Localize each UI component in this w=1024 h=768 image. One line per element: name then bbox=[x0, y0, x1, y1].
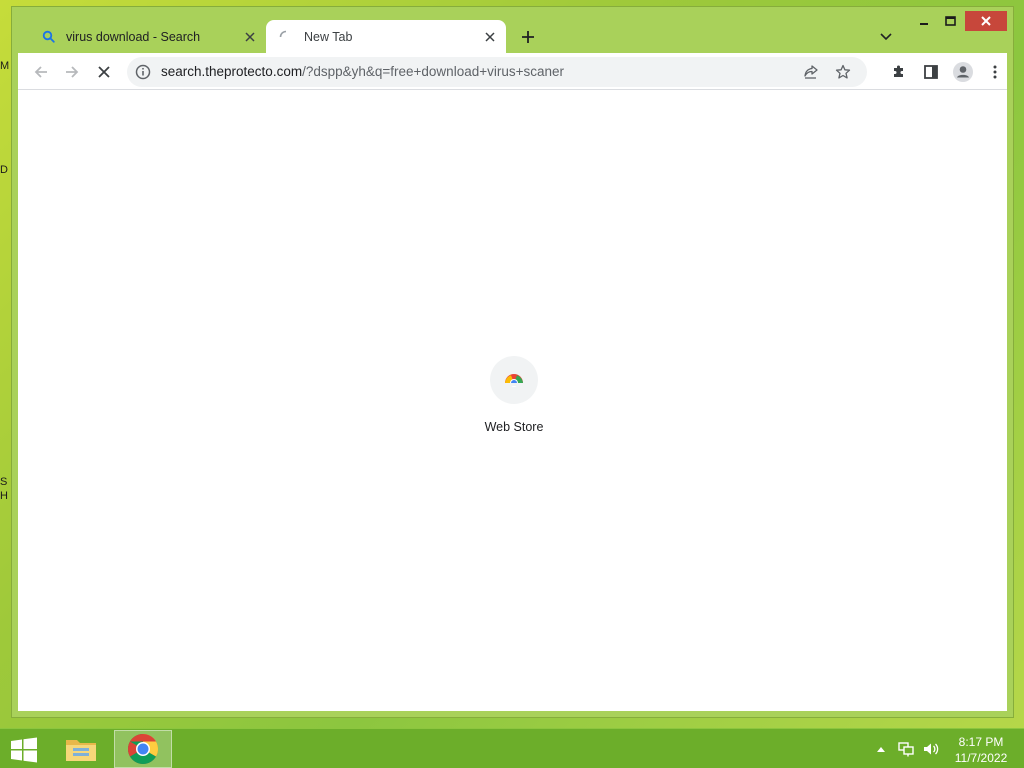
loading-spinner-icon bbox=[278, 29, 294, 45]
taskbar: 8:17 PM 11/7/2022 bbox=[0, 728, 1024, 768]
tab-close-icon[interactable] bbox=[240, 27, 260, 47]
volume-icon[interactable] bbox=[920, 739, 942, 759]
browser-toolbar: search.theprotecto.com/?dspp&yh&q=free+d… bbox=[18, 53, 1007, 90]
menu-button[interactable] bbox=[982, 59, 1008, 85]
folder-icon bbox=[66, 740, 96, 761]
title-bar: virus download - Search New Tab bbox=[12, 7, 1013, 53]
shortcut-tile bbox=[490, 356, 538, 404]
address-bar[interactable]: search.theprotecto.com/?dspp&yh&q=free+d… bbox=[127, 57, 867, 87]
windows-logo-icon bbox=[11, 737, 37, 763]
network-icon[interactable] bbox=[896, 739, 916, 759]
bookmark-star-icon[interactable] bbox=[833, 62, 853, 82]
tab-close-icon[interactable] bbox=[480, 27, 500, 47]
taskbar-chrome[interactable] bbox=[114, 730, 172, 768]
tab-new-tab[interactable]: New Tab bbox=[266, 20, 506, 53]
url-host: search.theprotecto.com bbox=[161, 64, 303, 79]
close-icon bbox=[981, 16, 991, 26]
maximize-icon bbox=[944, 16, 956, 26]
kebab-menu-icon bbox=[993, 65, 997, 79]
profile-icon bbox=[953, 62, 973, 82]
clock-date: 11/7/2022 bbox=[954, 751, 1008, 765]
extensions-button[interactable] bbox=[886, 59, 912, 85]
minimize-icon bbox=[920, 23, 928, 25]
browser-window: virus download - Search New Tab search.t… bbox=[11, 6, 1014, 718]
chrome-icon bbox=[127, 733, 159, 765]
info-icon[interactable] bbox=[133, 62, 153, 82]
puzzle-icon bbox=[894, 65, 903, 77]
desktop-icon-label-2: D bbox=[0, 164, 8, 176]
chevron-down-icon bbox=[880, 33, 892, 41]
search-icon bbox=[40, 29, 56, 45]
plus-icon bbox=[522, 31, 534, 43]
stop-icon bbox=[98, 66, 110, 78]
start-button[interactable] bbox=[10, 737, 38, 763]
system-clock[interactable]: 8:17 PM 11/7/2022 bbox=[948, 734, 1014, 766]
forward-button[interactable] bbox=[59, 59, 85, 85]
side-panel-button[interactable] bbox=[918, 59, 944, 85]
url-text[interactable]: search.theprotecto.com/?dspp&yh&q=free+d… bbox=[161, 64, 564, 79]
taskbar-file-explorer[interactable] bbox=[52, 730, 110, 768]
profile-button[interactable] bbox=[950, 59, 976, 85]
arrow-right-icon bbox=[66, 66, 79, 78]
tab-search-button[interactable] bbox=[876, 27, 896, 47]
maximize-button[interactable] bbox=[940, 11, 960, 31]
shortcut-web-store[interactable]: Web Store bbox=[464, 356, 564, 434]
clock-time: 8:17 PM bbox=[958, 735, 1004, 749]
stop-loading-button[interactable] bbox=[91, 59, 117, 85]
desktop-icon-label-3: S bbox=[0, 476, 8, 488]
minimize-button[interactable] bbox=[914, 11, 934, 31]
tab-search[interactable]: virus download - Search bbox=[30, 20, 266, 53]
close-window-button[interactable] bbox=[965, 11, 1007, 31]
web-store-icon bbox=[505, 374, 523, 387]
new-tab-button[interactable] bbox=[516, 25, 540, 49]
show-hidden-icons-button[interactable] bbox=[874, 739, 888, 759]
arrow-left-icon bbox=[34, 66, 47, 78]
share-icon[interactable] bbox=[801, 62, 821, 82]
desktop-icon-label-1: M bbox=[0, 60, 10, 72]
back-button[interactable] bbox=[28, 59, 54, 85]
desktop-icon-label-4: H bbox=[0, 490, 8, 502]
shortcut-label: Web Store bbox=[484, 420, 544, 434]
chevron-up-icon bbox=[877, 747, 885, 752]
url-path: /?dspp&yh&q=free+download+virus+scaner bbox=[302, 64, 565, 79]
new-tab-page: Web Store bbox=[18, 90, 1007, 711]
tab-title: virus download - Search bbox=[66, 29, 201, 44]
side-panel-icon bbox=[924, 65, 938, 79]
tab-title: New Tab bbox=[304, 29, 353, 44]
